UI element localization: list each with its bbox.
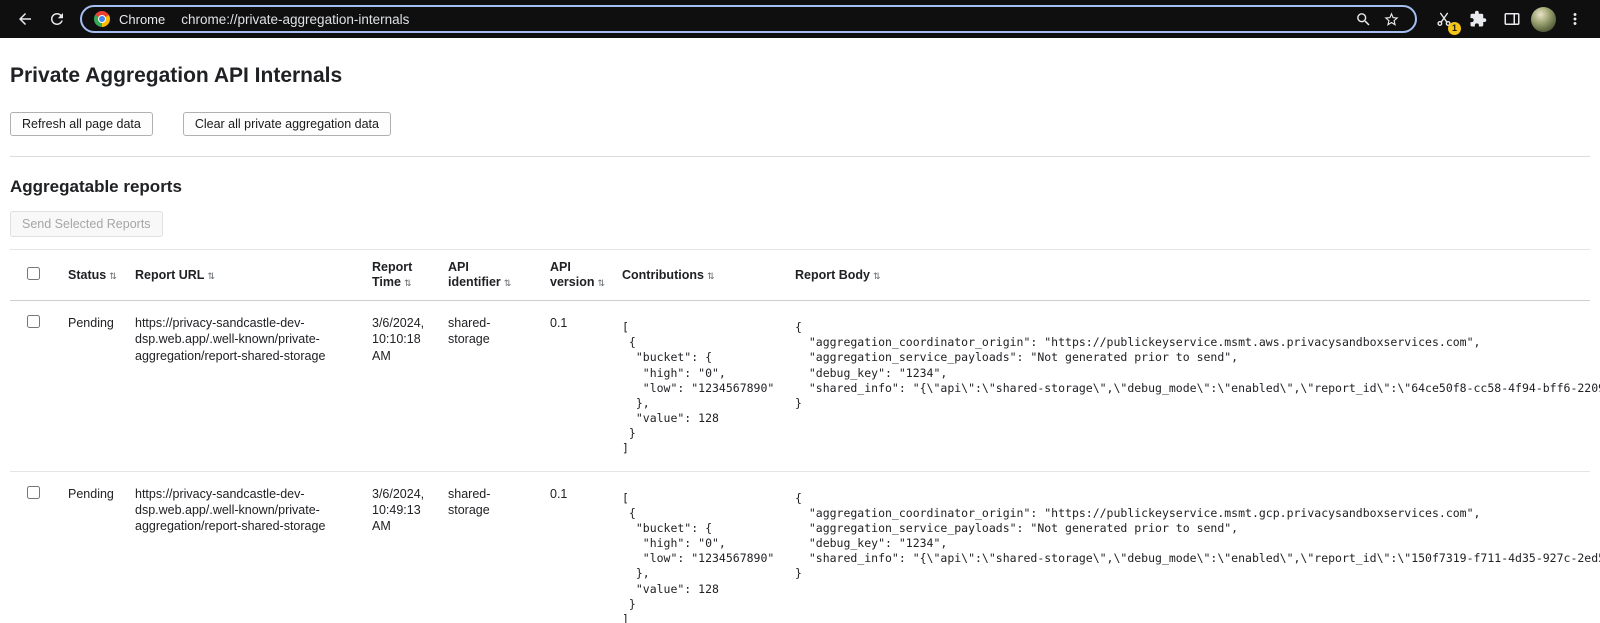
page-title: Private Aggregation API Internals (10, 64, 1590, 88)
col-report-body[interactable]: Report Body⇅ (795, 250, 1590, 301)
reload-icon (48, 10, 66, 28)
row-checkbox-cell (10, 471, 68, 623)
cell-contributions: [ { "bucket": { "high": "0", "low": "123… (622, 301, 795, 472)
notification-badge: 1 (1448, 22, 1461, 35)
clear-all-button[interactable]: Clear all private aggregation data (183, 112, 391, 136)
col-api-version-label: API version (550, 260, 594, 289)
section-heading: Aggregatable reports (10, 177, 1590, 197)
table-header-row: Status⇅ Report URL⇅ Report Time⇅ API ide… (10, 250, 1590, 301)
browser-toolbar: Chrome chrome://private-aggregation-inte… (0, 0, 1600, 38)
refresh-all-button[interactable]: Refresh all page data (10, 112, 153, 136)
divider (10, 156, 1590, 157)
cell-status: Pending (68, 471, 135, 623)
address-bar[interactable]: Chrome chrome://private-aggregation-inte… (80, 5, 1417, 33)
search-icon (1355, 11, 1372, 28)
cell-api-version: 0.1 (550, 471, 622, 623)
col-report-url[interactable]: Report URL⇅ (135, 250, 372, 301)
select-all-checkbox[interactable] (27, 267, 40, 280)
sort-icon: ⇅ (207, 271, 215, 281)
reports-table: Status⇅ Report URL⇅ Report Time⇅ API ide… (10, 249, 1590, 623)
page-actions: Refresh all page data Clear all private … (10, 112, 1590, 136)
menu-button[interactable] (1560, 4, 1590, 34)
chrome-chip-label: Chrome (119, 12, 165, 27)
zoom-button[interactable] (1351, 7, 1375, 31)
cell-report-body: { "aggregation_coordinator_origin": "htt… (795, 471, 1590, 623)
select-all-cell (10, 250, 68, 301)
report-row: Pending https://privacy-sandcastle-dev-d… (10, 471, 1590, 623)
sort-icon: ⇅ (504, 278, 512, 288)
cell-contributions: [ { "bucket": { "high": "0", "low": "123… (622, 471, 795, 623)
star-icon (1383, 11, 1400, 28)
col-status-label: Status (68, 268, 106, 282)
three-dot-menu-icon (1566, 10, 1584, 28)
report-row: Pending https://privacy-sandcastle-dev-d… (10, 301, 1590, 472)
side-panel-button[interactable] (1497, 4, 1527, 34)
cell-report-time: 3/6/2024, 10:49:13 AM (372, 471, 448, 623)
cell-report-url: https://privacy-sandcastle-dev-dsp.web.a… (135, 471, 372, 623)
col-report-body-label: Report Body (795, 268, 870, 282)
cell-report-time: 3/6/2024, 10:10:18 AM (372, 301, 448, 472)
col-contributions-label: Contributions (622, 268, 704, 282)
cell-report-body: { "aggregation_coordinator_origin": "htt… (795, 301, 1590, 472)
chrome-logo-icon (94, 11, 110, 27)
col-api-identifier[interactable]: API identifier⇅ (448, 250, 550, 301)
bookmark-button[interactable] (1379, 7, 1403, 31)
side-panel-icon (1503, 10, 1521, 28)
row-checkbox-cell (10, 301, 68, 472)
back-icon (16, 10, 34, 28)
extensions-button[interactable] (1463, 4, 1493, 34)
col-contributions[interactable]: Contributions⇅ (622, 250, 795, 301)
col-report-url-label: Report URL (135, 268, 204, 282)
cell-api-identifier: shared-storage (448, 301, 550, 472)
sort-icon: ⇅ (597, 278, 605, 288)
toolbar-actions: 1 (1429, 4, 1590, 34)
extension-action-button[interactable]: 1 (1429, 4, 1459, 34)
back-button[interactable] (10, 4, 40, 34)
reload-button[interactable] (42, 4, 72, 34)
cell-status: Pending (68, 301, 135, 472)
col-api-version[interactable]: API version⇅ (550, 250, 622, 301)
row-checkbox[interactable] (27, 315, 40, 328)
sort-icon: ⇅ (109, 271, 117, 281)
sort-icon: ⇅ (873, 271, 881, 281)
sort-icon: ⇅ (707, 271, 715, 281)
col-status[interactable]: Status⇅ (68, 250, 135, 301)
row-checkbox[interactable] (27, 486, 40, 499)
col-api-identifier-label: API identifier (448, 260, 501, 289)
send-selected-reports-button[interactable]: Send Selected Reports (10, 211, 163, 237)
url-text[interactable]: chrome://private-aggregation-internals (181, 12, 1351, 27)
puzzle-icon (1469, 10, 1487, 28)
col-report-time[interactable]: Report Time⇅ (372, 250, 448, 301)
cell-api-identifier: shared-storage (448, 471, 550, 623)
profile-avatar[interactable] (1531, 7, 1556, 32)
page-content: Private Aggregation API Internals Refres… (0, 64, 1600, 623)
cell-api-version: 0.1 (550, 301, 622, 472)
cell-report-url: https://privacy-sandcastle-dev-dsp.web.a… (135, 301, 372, 472)
sort-icon: ⇅ (404, 278, 412, 288)
